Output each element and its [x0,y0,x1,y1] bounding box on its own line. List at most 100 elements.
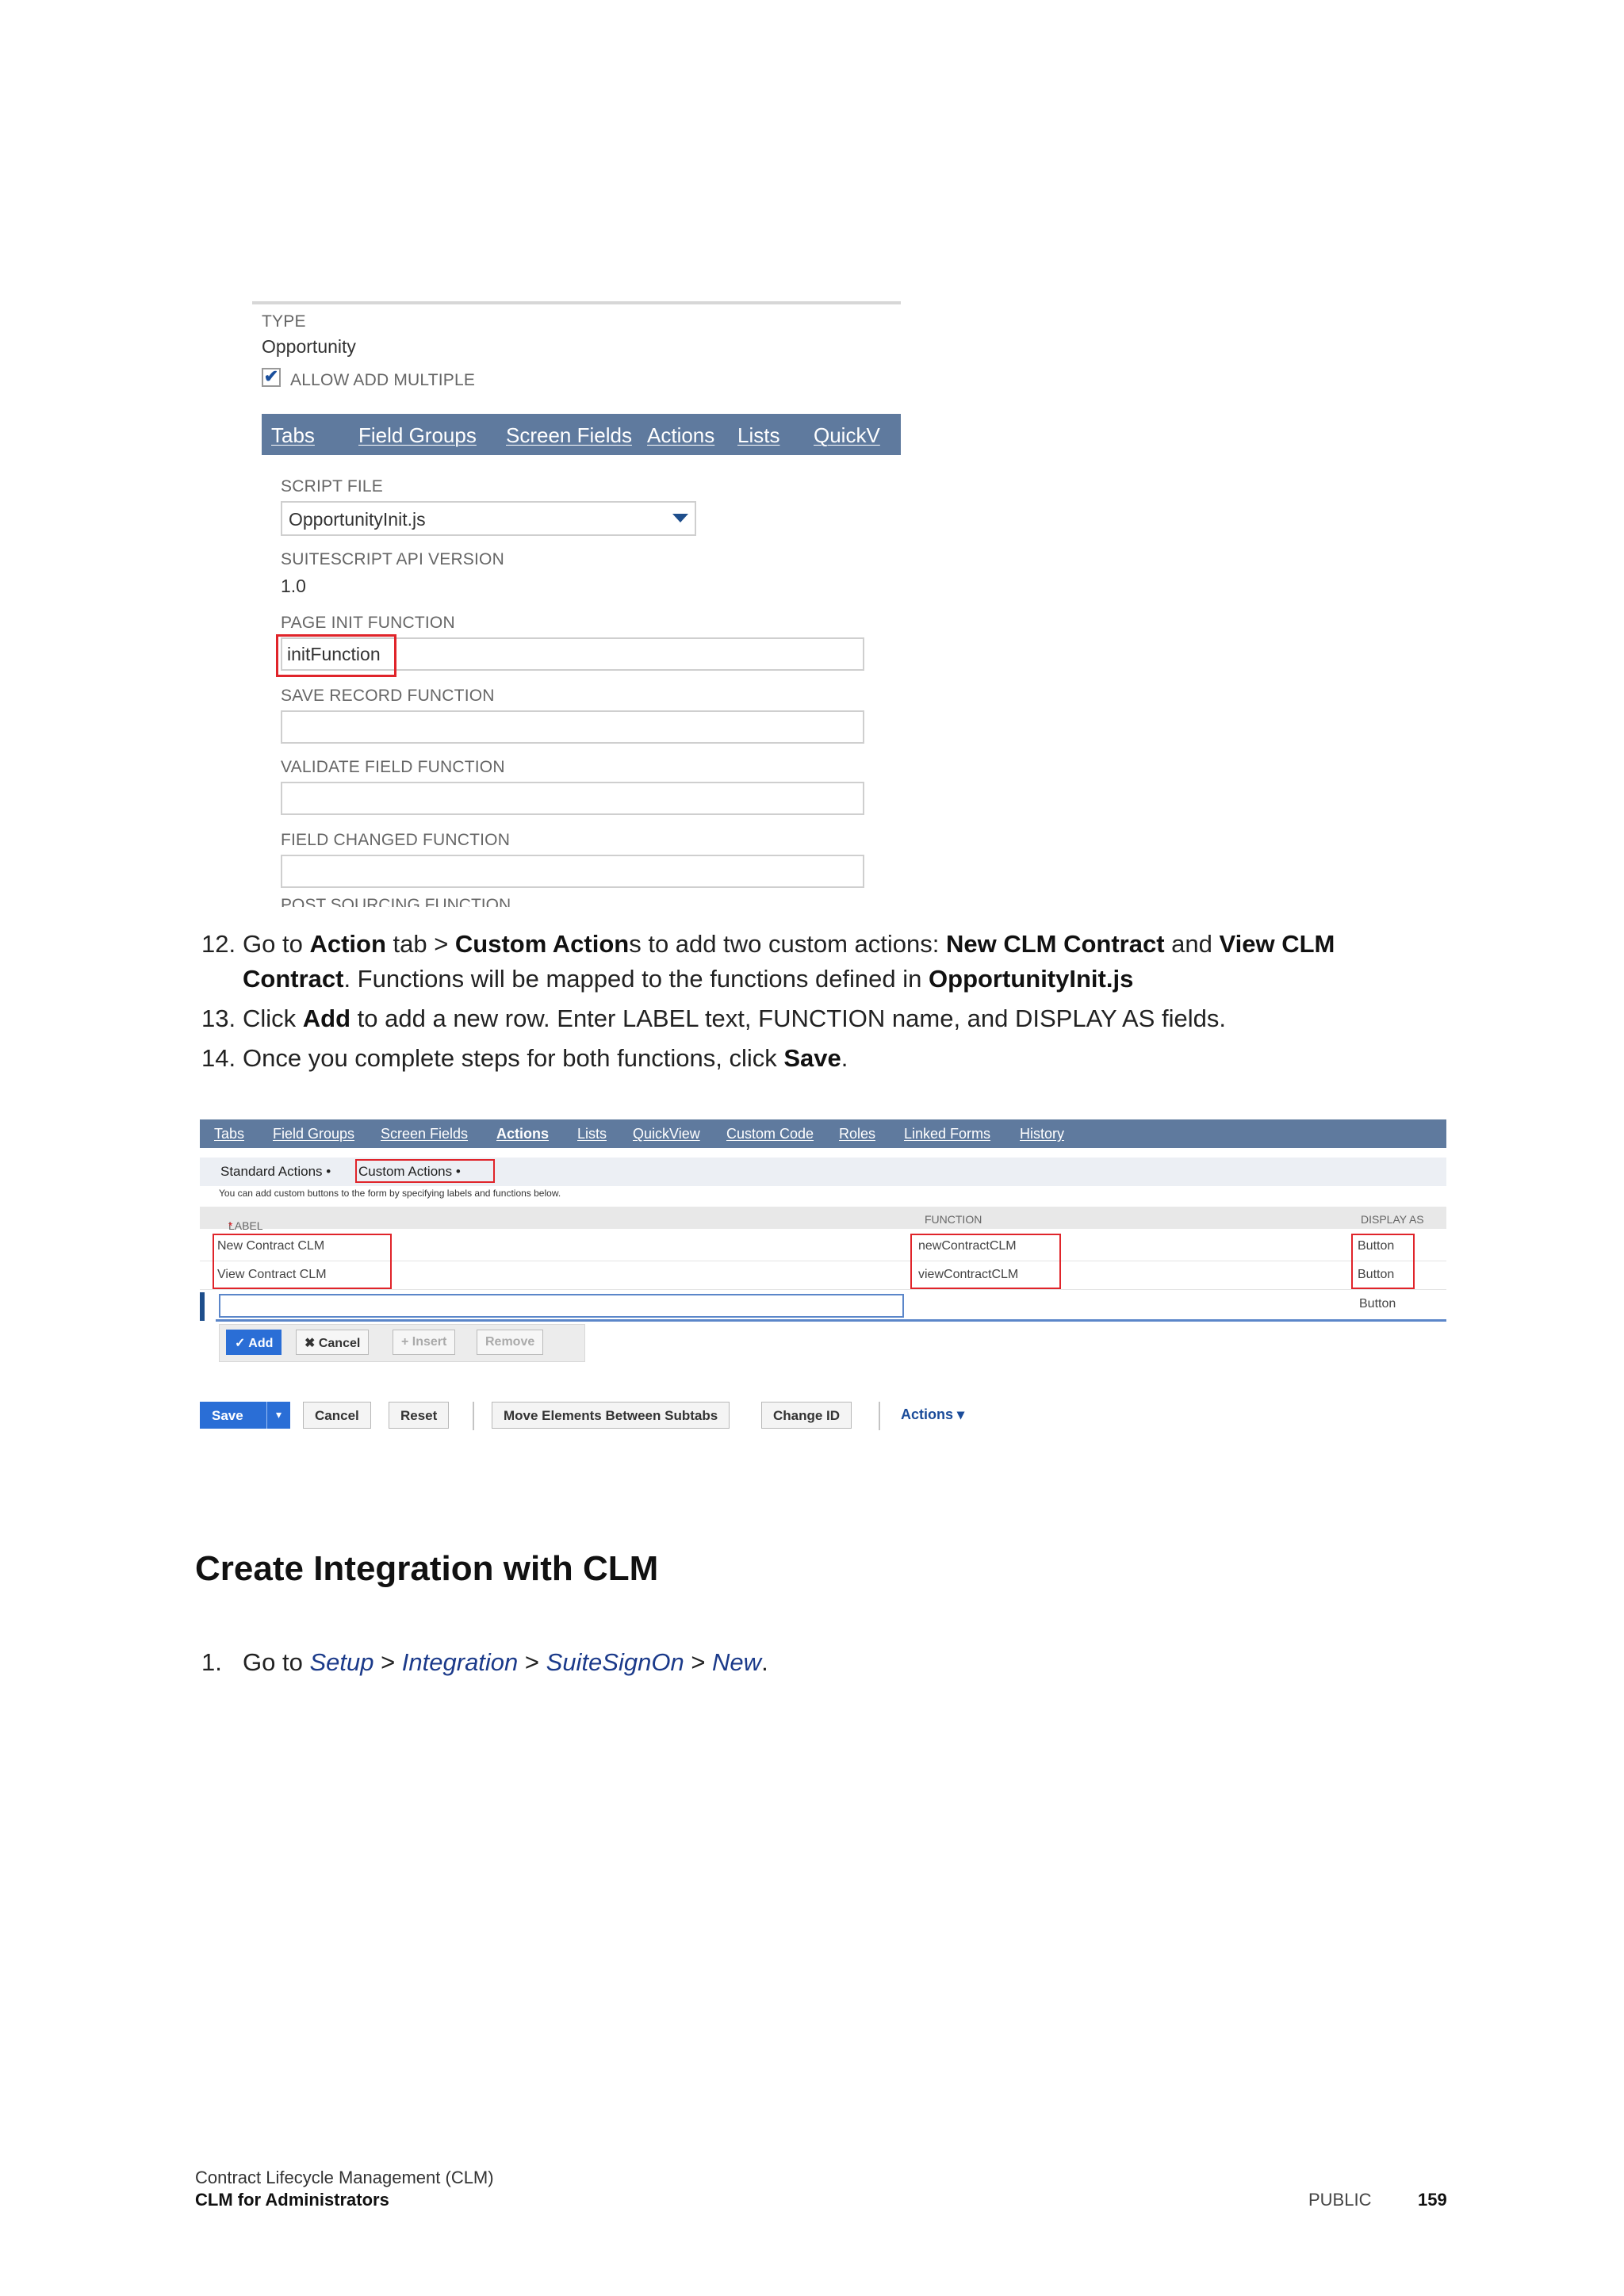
reset-button[interactable]: Reset [389,1402,450,1429]
dropdown-arrow-icon [672,514,688,522]
remove-row-button[interactable]: Remove [477,1330,544,1355]
actions-screenshot: Tabs Field Groups Screen Fields Actions … [200,1119,1446,1373]
tab-quickview[interactable]: QuickView [633,1126,700,1142]
script-file-label: SCRIPT FILE [281,477,384,496]
new-row-editor[interactable]: Button [216,1292,1446,1322]
footer-document-title: CLM for Administrators [195,2190,389,2210]
step-text: to add a new row. Enter LABEL text, FUNC… [350,1004,1226,1032]
step-text: tab > [385,930,455,958]
cancel-row-button[interactable]: ✖ Cancel [296,1330,370,1355]
step-bold-text: New CLM Contract [945,930,1165,958]
new-label-input[interactable] [219,1294,904,1318]
tab-actions[interactable]: Actions [647,423,714,448]
cancel-button[interactable]: Cancel [303,1402,371,1429]
subtab-standard-actions[interactable]: Standard Actions • [220,1164,331,1180]
column-display-as: DISPLAY AS [1361,1213,1424,1226]
insert-row-button[interactable]: + Insert [393,1330,456,1355]
validate-field-input[interactable] [281,782,864,815]
tab-screen-fields[interactable]: Screen Fields [506,423,632,448]
footer-classification: PUBLIC [1308,2190,1372,2210]
footer-product-name: Contract Lifecycle Management (CLM) [195,2168,494,2187]
custom-actions-help-text: You can add custom buttons to the form b… [219,1188,561,1199]
suitesignon-link[interactable]: SuiteSignOn [546,1648,684,1676]
step-text: . [841,1044,848,1072]
step-12-line-1: Go to Action tab > Custom Actions to add… [243,926,1335,962]
add-row-button[interactable]: ✓ Add [226,1330,282,1355]
tab-actions[interactable]: Actions [496,1126,549,1142]
step-13: 13. Click Add to add a new row. Enter LA… [201,1001,1470,1037]
actions-tab-bar: Tabs Field Groups Screen Fields Actions … [200,1119,1446,1148]
tab-linked-forms[interactable]: Linked Forms [904,1126,990,1142]
tab-custom-code[interactable]: Custom Code [726,1126,814,1142]
page-init-label: PAGE INIT FUNCTION [281,614,455,632]
tab-field-groups[interactable]: Field Groups [273,1126,354,1142]
step-12-line-2: Contract. Functions will be mapped to th… [243,961,1133,997]
label-column-highlight [213,1234,392,1289]
script-file-select[interactable]: OpportunityInit.js [281,501,696,536]
step-13-number: 13. [201,1004,236,1032]
save-record-input[interactable] [281,710,864,744]
step-14-text: Once you complete steps for both functio… [243,1040,848,1077]
edit-row-marker [200,1292,205,1321]
page-number: 159 [1418,2190,1447,2210]
step-1-text: Go to Setup > Integration > SuiteSignOn … [243,1644,768,1681]
step-bold-text: Action [309,930,386,958]
integration-step-1: 1. Go to Setup > Integration > SuiteSign… [201,1644,1153,1681]
step-14-number: 14. [201,1044,236,1072]
column-label-text: LABEL [228,1219,263,1232]
step-text: Once you complete steps for both functio… [243,1044,784,1072]
tab-screen-fields[interactable]: Screen Fields [381,1126,468,1142]
field-changed-input[interactable] [281,855,864,888]
step-bold-text: View CLM [1219,930,1335,958]
tab-roles[interactable]: Roles [839,1126,875,1142]
display-as-column-highlight [1351,1234,1415,1289]
change-id-button[interactable]: Change ID [761,1402,852,1429]
step-text: . [761,1648,768,1676]
validate-field-label: VALIDATE FIELD FUNCTION [281,758,505,776]
step-text: Go to [243,1648,310,1676]
step-bold-text: Contract [243,965,344,993]
save-menu-arrow-icon[interactable]: ▾ [266,1402,290,1429]
move-elements-button[interactable]: Move Elements Between Subtabs [492,1402,730,1429]
step-bold-text: Add [302,1004,351,1032]
step-text: and [1164,930,1220,958]
row-button-group: ✓ Add ✖ Cancel + Insert Remove [219,1324,585,1362]
step-bold-text: Custom Action [454,930,630,958]
step-bold-text: Save [783,1044,841,1072]
button-separator [879,1402,880,1430]
tab-field-groups[interactable]: Field Groups [358,423,477,448]
tab-tabs[interactable]: Tabs [214,1126,244,1142]
init-function-highlight [276,634,396,677]
column-function: FUNCTION [925,1213,982,1226]
form-tab-bar: Tabs Field Groups Screen Fields Actions … [262,414,901,455]
allow-add-multiple-checkbox[interactable]: ✔ [262,368,281,387]
integration-link[interactable]: Integration [402,1648,519,1676]
api-version-label: SUITESCRIPT API VERSION [281,550,504,568]
required-asterisk: * [228,1219,233,1232]
new-row-display-as[interactable]: Button [1359,1297,1396,1311]
button-separator [473,1402,474,1430]
setup-link[interactable]: Setup [309,1648,373,1676]
api-version-value: 1.0 [281,576,306,596]
tab-tabs[interactable]: Tabs [271,423,315,448]
step-1-number: 1. [201,1648,222,1676]
path-separator: > [518,1648,546,1676]
actions-menu[interactable]: Actions ▾ [901,1406,964,1423]
tab-history[interactable]: History [1020,1126,1064,1142]
tab-quickview[interactable]: QuickV [814,423,880,448]
type-value: Opportunity [262,336,356,357]
save-button[interactable]: Save [200,1402,266,1429]
field-changed-label: FIELD CHANGED FUNCTION [281,831,511,849]
actions-table-header: LABEL * FUNCTION DISPLAY AS [200,1207,1446,1232]
form-screenshot: TYPE Opportunity ✔ ALLOW ADD MULTIPLE Ta… [252,301,901,907]
tab-lists[interactable]: Lists [577,1126,607,1142]
step-12-number: 12. [201,930,236,958]
step-12: 12. Go to Action tab > Custom Actions to… [201,926,1470,999]
save-record-label: SAVE RECORD FUNCTION [281,687,495,705]
section-heading: Create Integration with CLM [195,1549,659,1588]
type-label: TYPE [262,312,306,331]
step-14: 14. Once you complete steps for both fun… [201,1040,1470,1077]
path-separator: > [373,1648,402,1676]
new-link[interactable]: New [712,1648,761,1676]
tab-lists[interactable]: Lists [737,423,779,448]
